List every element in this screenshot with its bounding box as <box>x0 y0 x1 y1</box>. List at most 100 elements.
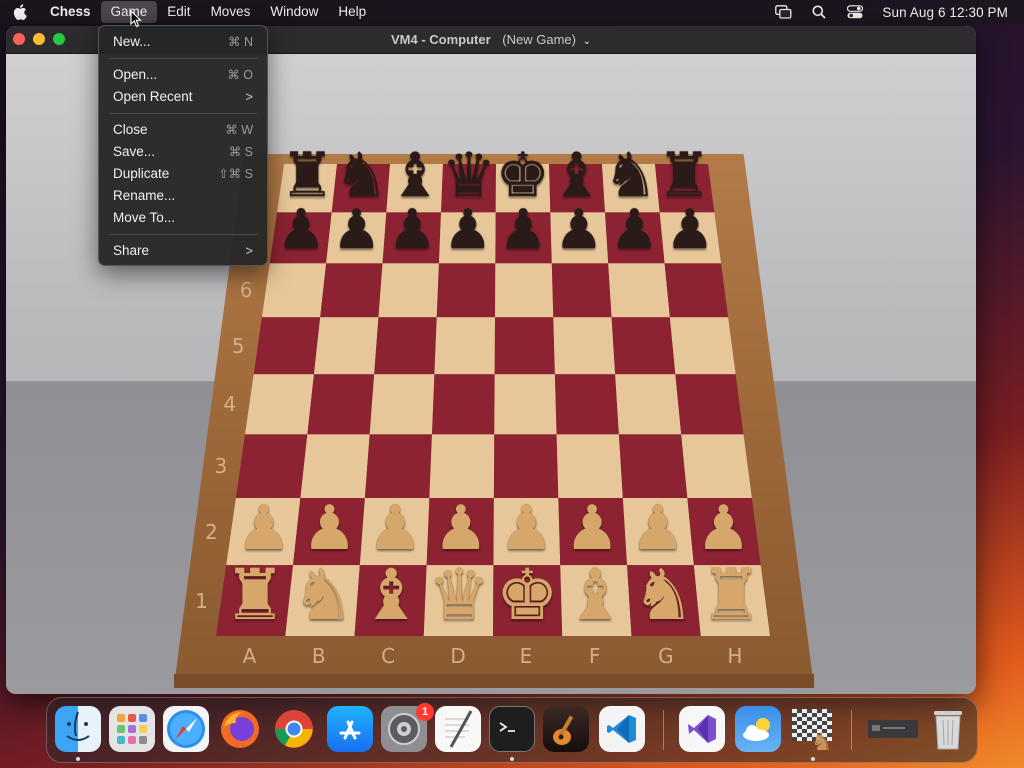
window-title[interactable]: VM4 - Computer (New Game) ⌄ <box>391 32 591 47</box>
menu-edit[interactable]: Edit <box>157 1 200 23</box>
board-square[interactable] <box>615 374 682 435</box>
zoom-window-button[interactable] <box>53 33 65 45</box>
board-square[interactable] <box>675 374 744 435</box>
white-piece[interactable]: ♜ <box>220 556 290 630</box>
terminal-icon[interactable] <box>489 706 535 752</box>
board-square[interactable] <box>553 317 616 375</box>
white-piece[interactable]: ♞ <box>628 556 698 630</box>
white-piece[interactable]: ♝ <box>356 556 426 630</box>
board-square[interactable] <box>618 434 688 498</box>
black-piece[interactable]: ♟ <box>274 200 329 257</box>
black-piece[interactable]: ♞ <box>600 142 661 206</box>
black-piece[interactable]: ♟ <box>552 200 607 257</box>
board-square[interactable] <box>556 434 623 498</box>
control-center-icon[interactable] <box>846 4 864 20</box>
board-square[interactable] <box>369 374 435 435</box>
menu-game[interactable]: Game <box>100 1 158 23</box>
board-square[interactable] <box>494 317 555 375</box>
board-square[interactable] <box>320 263 383 318</box>
board-square[interactable] <box>611 317 676 375</box>
menu-help[interactable]: Help <box>328 1 376 23</box>
board-square[interactable] <box>300 434 370 498</box>
board-square[interactable] <box>608 263 670 318</box>
chevron-down-icon[interactable]: ⌄ <box>583 36 591 47</box>
firefox-icon[interactable] <box>217 706 263 752</box>
menu-item-close[interactable]: Close ⌘ W <box>99 119 267 141</box>
visual-studio-icon[interactable] <box>679 706 725 752</box>
search-icon[interactable] <box>810 4 828 20</box>
board-square[interactable] <box>374 317 437 375</box>
white-piece[interactable]: ♟ <box>233 495 294 559</box>
board-square[interactable] <box>235 434 308 498</box>
board-square[interactable] <box>434 317 496 375</box>
menu-moves[interactable]: Moves <box>201 1 261 23</box>
black-piece[interactable]: ♟ <box>663 200 718 257</box>
app-menu-chess[interactable]: Chess <box>40 1 101 23</box>
menu-item-open-recent[interactable]: Open Recent > <box>99 86 267 108</box>
white-piece[interactable]: ♟ <box>496 495 557 559</box>
menu-item-share[interactable]: Share > <box>99 240 267 262</box>
app-store-icon[interactable] <box>327 706 373 752</box>
white-piece[interactable]: ♟ <box>430 495 491 559</box>
black-piece[interactable]: ♝ <box>546 142 607 206</box>
menu-item-move-to[interactable]: Move To... <box>99 207 267 229</box>
black-piece[interactable]: ♜ <box>654 142 715 206</box>
black-piece[interactable]: ♛ <box>438 142 499 206</box>
chess-app-icon[interactable]: ♞ <box>789 706 835 752</box>
board-square[interactable] <box>494 374 557 435</box>
white-piece[interactable]: ♟ <box>562 495 623 559</box>
black-piece[interactable]: ♟ <box>440 200 495 257</box>
menu-item-duplicate[interactable]: Duplicate ⇧⌘ S <box>99 163 267 185</box>
white-piece[interactable]: ♛ <box>424 556 494 630</box>
downloads-stack-icon[interactable] <box>865 706 921 752</box>
apple-menu-icon[interactable] <box>0 1 40 23</box>
board-square[interactable] <box>307 374 375 435</box>
launchpad-icon[interactable] <box>109 706 155 752</box>
vscode-icon[interactable] <box>599 706 645 752</box>
menu-item-new[interactable]: New... ⌘ N <box>99 31 267 53</box>
chrome-icon[interactable] <box>271 706 317 752</box>
menu-window[interactable]: Window <box>260 1 328 23</box>
white-piece[interactable]: ♟ <box>299 495 360 559</box>
board-square[interactable] <box>429 434 495 498</box>
menu-item-rename[interactable]: Rename... <box>99 185 267 207</box>
menu-item-save[interactable]: Save... ⌘ S <box>99 141 267 163</box>
screen-mirroring-icon[interactable] <box>774 4 792 20</box>
minimize-window-button[interactable] <box>33 33 45 45</box>
black-piece[interactable]: ♟ <box>607 200 662 257</box>
garageband-icon[interactable] <box>543 706 589 752</box>
board-square[interactable] <box>436 263 496 318</box>
black-piece[interactable]: ♝ <box>385 142 446 206</box>
board-square[interactable] <box>378 263 439 318</box>
menu-item-open[interactable]: Open... ⌘ O <box>99 64 267 86</box>
white-piece[interactable]: ♜ <box>696 556 766 630</box>
finder-icon[interactable] <box>55 706 101 752</box>
board-square[interactable] <box>551 263 612 318</box>
black-piece[interactable]: ♜ <box>277 142 338 206</box>
white-piece[interactable]: ♟ <box>365 495 426 559</box>
board-square[interactable] <box>669 317 736 375</box>
black-piece[interactable]: ♚ <box>492 142 553 206</box>
board-square[interactable] <box>681 434 752 498</box>
black-piece[interactable]: ♟ <box>329 200 384 257</box>
board-square[interactable] <box>261 263 327 318</box>
board-square[interactable] <box>664 263 729 318</box>
textedit-icon[interactable] <box>435 706 481 752</box>
close-window-button[interactable] <box>13 33 25 45</box>
board-square[interactable] <box>495 263 554 318</box>
board-square[interactable] <box>253 317 321 375</box>
white-piece[interactable]: ♚ <box>492 556 562 630</box>
black-piece[interactable]: ♞ <box>331 142 392 206</box>
black-piece[interactable]: ♟ <box>496 200 551 257</box>
trash-icon[interactable] <box>925 706 971 752</box>
weather-icon[interactable] <box>735 706 781 752</box>
board-square[interactable] <box>245 374 314 435</box>
board-square[interactable] <box>431 374 495 435</box>
menubar-clock[interactable]: Sun Aug 6 12:30 PM <box>882 5 1008 20</box>
board-square[interactable] <box>313 317 379 375</box>
black-piece[interactable]: ♟ <box>385 200 440 257</box>
white-piece[interactable]: ♝ <box>560 556 630 630</box>
board-square[interactable] <box>554 374 619 435</box>
white-piece[interactable]: ♟ <box>627 495 688 559</box>
white-piece[interactable]: ♞ <box>288 556 358 630</box>
